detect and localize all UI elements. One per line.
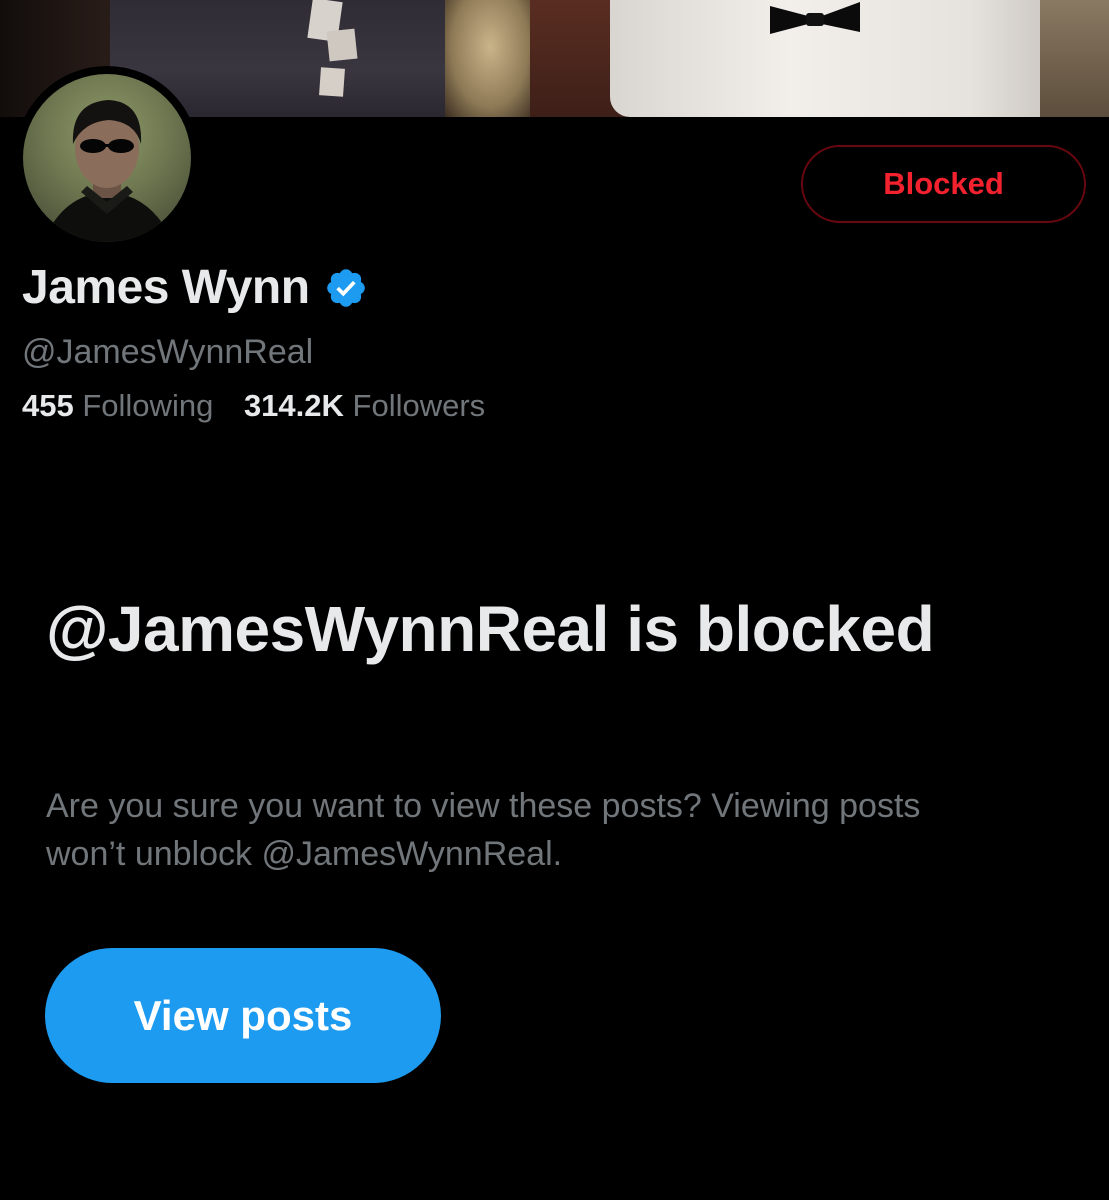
- blocked-notice-description: Are you sure you want to view these post…: [46, 787, 921, 873]
- display-name: James Wynn: [22, 261, 310, 314]
- profile-handle: @JamesWynnReal: [22, 333, 314, 371]
- followers-count: 314.2K: [243, 388, 344, 423]
- bowtie-graphic: [770, 2, 860, 34]
- following-count: 455: [22, 388, 74, 423]
- avatar[interactable]: [15, 66, 199, 250]
- blocked-notice-title: @JamesWynnReal is blocked: [46, 593, 935, 665]
- avatar-portrait: [43, 100, 173, 242]
- profile-name-row: James Wynn: [22, 260, 368, 315]
- verified-badge-icon[interactable]: [324, 266, 368, 310]
- profile-stats: 455 Following 314.2K Followers: [22, 388, 507, 424]
- followers-link[interactable]: 314.2K Followers: [244, 388, 485, 423]
- blocked-button[interactable]: Blocked: [801, 145, 1086, 223]
- following-link[interactable]: 455 Following: [22, 388, 213, 423]
- following-label: Following: [82, 388, 214, 423]
- followers-label: Followers: [352, 388, 486, 423]
- view-posts-button[interactable]: View posts: [45, 948, 441, 1083]
